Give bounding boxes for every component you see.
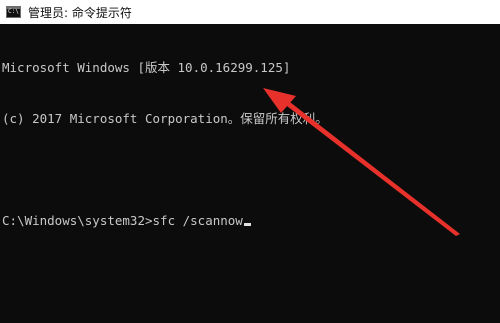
- console-line-version: Microsoft Windows [版本 10.0.16299.125]: [2, 60, 291, 75]
- text-cursor: [243, 223, 251, 226]
- cmd-console-icon[interactable]: C:\: [6, 6, 21, 18]
- cmd-icon-glyph: C:\: [8, 8, 19, 15]
- window-title: 管理员: 命令提示符: [28, 5, 132, 20]
- console-line-copyright: (c) 2017 Microsoft Corporation。保留所有权利。: [2, 111, 328, 126]
- command-prompt-text: C:\Windows\system32>sfc /scannow: [2, 213, 243, 228]
- console-command-line[interactable]: C:\Windows\system32>sfc /scannow: [2, 212, 498, 229]
- console-output-area[interactable]: Microsoft Windows [版本 10.0.16299.125] (c…: [2, 25, 498, 321]
- title-bar[interactable]: C:\ 管理员: 命令提示符: [0, 0, 500, 24]
- command-prompt-window: C:\ 管理员: 命令提示符 Microsoft Windows [版本 10.…: [0, 0, 500, 323]
